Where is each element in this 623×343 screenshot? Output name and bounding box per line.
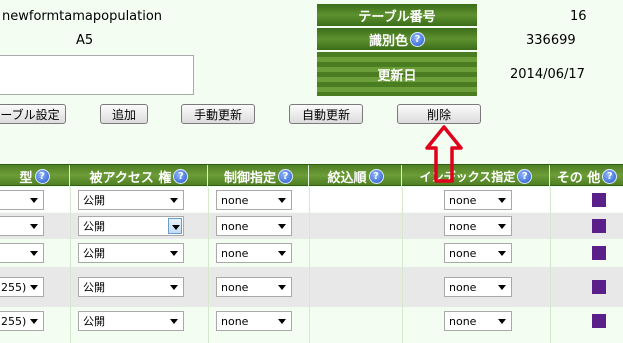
access-select[interactable]: 公開: [78, 277, 184, 297]
control-select[interactable]: none: [216, 216, 292, 236]
column-divider: [208, 188, 209, 343]
add-button[interactable]: 追加: [100, 104, 148, 124]
table-settings-button[interactable]: ーブル設定: [0, 104, 66, 124]
access-select[interactable]: 公開: [78, 243, 184, 263]
index-select[interactable]: none: [444, 216, 512, 236]
auto-update-button[interactable]: 自動更新: [289, 104, 363, 124]
help-icon[interactable]: ?: [368, 168, 384, 184]
column-divider: [70, 188, 71, 343]
type-select[interactable]: [0, 243, 44, 263]
control-select[interactable]: none: [216, 243, 292, 263]
arrow-up-annotation-icon: [425, 125, 463, 183]
other-settings-icon[interactable]: [592, 246, 606, 260]
column-other: その 他?: [551, 165, 623, 187]
table-number-label: テーブル番号: [317, 4, 477, 26]
delete-button[interactable]: 削除: [397, 104, 481, 124]
column-divider: [402, 188, 403, 343]
type-select[interactable]: [0, 190, 44, 210]
index-select[interactable]: none: [444, 311, 512, 331]
column-access: 被アクセス 権?: [71, 165, 208, 187]
help-icon[interactable]: ?: [410, 31, 425, 47]
help-icon[interactable]: ?: [517, 168, 533, 184]
table-number-value: 16: [570, 9, 587, 24]
other-settings-icon[interactable]: [592, 219, 606, 233]
description-textarea[interactable]: [0, 55, 194, 95]
access-select[interactable]: 公開: [78, 311, 184, 331]
index-select[interactable]: none: [444, 190, 512, 210]
control-select[interactable]: none: [216, 277, 292, 297]
id-color-label: 識別色?: [317, 28, 477, 50]
column-divider: [309, 188, 310, 343]
type-select[interactable]: 255): [0, 311, 44, 331]
index-select[interactable]: none: [444, 277, 512, 297]
column-narrow: 絞込順?: [310, 165, 402, 187]
table-code: A5: [76, 33, 94, 48]
help-icon[interactable]: ?: [173, 168, 189, 184]
index-select[interactable]: none: [444, 243, 512, 263]
type-select[interactable]: 255): [0, 277, 44, 297]
type-select[interactable]: [0, 216, 44, 236]
control-select[interactable]: none: [216, 190, 292, 210]
help-icon[interactable]: ?: [34, 168, 50, 184]
column-control: 制御指定?: [209, 165, 309, 187]
other-settings-icon[interactable]: [592, 314, 606, 328]
other-settings-icon[interactable]: [592, 280, 606, 294]
control-select[interactable]: none: [216, 311, 292, 331]
updated-value: 2014/06/17: [510, 67, 585, 82]
table-name: newformtamapopulation: [2, 9, 163, 24]
column-divider: [550, 188, 551, 343]
chevron-down-icon[interactable]: [168, 218, 182, 234]
help-icon[interactable]: ?: [278, 168, 293, 184]
updated-label: 更新日: [377, 68, 417, 84]
other-settings-icon[interactable]: [592, 193, 606, 207]
column-type: 型?: [0, 165, 70, 187]
access-select[interactable]: 公開: [78, 190, 184, 210]
id-color-value: 336699: [526, 33, 576, 48]
help-icon[interactable]: ?: [602, 168, 618, 184]
access-select[interactable]: 公開: [78, 216, 184, 236]
manual-update-button[interactable]: 手動更新: [181, 104, 255, 124]
